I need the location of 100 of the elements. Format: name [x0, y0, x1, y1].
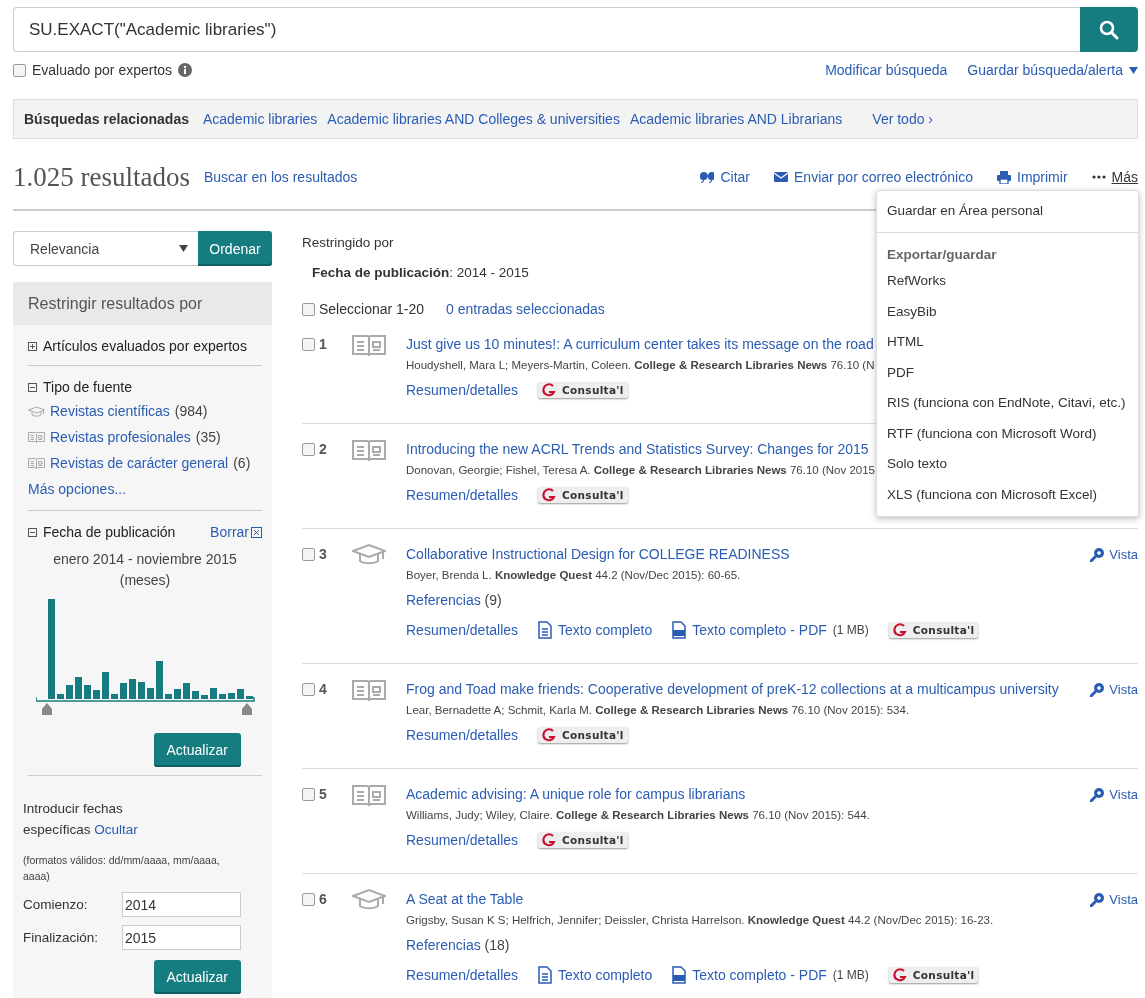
histogram-bar	[111, 694, 118, 699]
section-title[interactable]: Tipo de fuente	[43, 379, 132, 395]
pdf-link[interactable]: Texto completo - PDF (1 MB)	[672, 621, 869, 639]
date-field[interactable]: 2014	[122, 892, 241, 917]
slider-handle[interactable]	[42, 703, 52, 715]
menu-heading: Exportar/guardar	[886, 246, 998, 264]
menu-item[interactable]: RIS (funciona con EndNote, Citavi, etc.)	[877, 388, 1138, 419]
preview-link[interactable]: Vista	[1090, 543, 1138, 565]
checkbox[interactable]	[302, 302, 315, 316]
more-menu-link[interactable]: Más	[1091, 169, 1138, 185]
result-number: 6	[319, 891, 327, 907]
filter-link[interactable]: Revistas científicas	[50, 403, 170, 419]
collapse-icon[interactable]	[28, 382, 37, 392]
result-title-link[interactable]: Academic advising: A unique role for campus librarians	[406, 786, 746, 802]
result-title-link[interactable]: Collaborative Instructional Design for COLLEGE READINESS	[406, 546, 790, 562]
result-title-link[interactable]: Just give us 10 minutes!: A curriculum center takes its message on the road	[406, 336, 874, 352]
checkbox[interactable]	[13, 63, 26, 77]
action-link[interactable]: Enviar por correo electrónico	[774, 169, 973, 185]
section-title[interactable]: Fecha de publicación	[43, 524, 176, 540]
citation: Donovan, Georgie; Fishel, Teresa A. College & Research Libraries News 76.10 (Nov 2015	[406, 463, 875, 478]
sort-button[interactable]: Ordenar	[198, 231, 272, 266]
preview-link[interactable]: Vista	[1090, 888, 1138, 910]
histogram-bar	[93, 690, 100, 699]
magnifier-plus-icon	[1090, 681, 1106, 697]
checkbox[interactable]	[302, 892, 315, 906]
menu-item[interactable]: RTF (funciona con Microsoft Word)	[877, 418, 1138, 449]
section-title[interactable]: Artículos evaluados por expertos	[43, 338, 247, 354]
checkbox[interactable]	[302, 547, 315, 561]
menu-item[interactable]: HTML	[877, 327, 1138, 358]
sort-dropdown[interactable]: Relevancia	[13, 231, 198, 266]
search-field[interactable]: SU.EXACT("Academic libraries")	[13, 7, 1080, 52]
consulta-badge[interactable]: Consulta'l	[538, 832, 628, 848]
clear-link[interactable]: Borrar	[210, 524, 262, 540]
checkbox[interactable]	[302, 787, 315, 801]
date-field[interactable]: 2015	[122, 925, 241, 950]
result-number: 4	[319, 681, 327, 697]
pdf-link[interactable]: Texto completo - PDF (1 MB)	[672, 966, 869, 984]
action-link[interactable]: Citar	[700, 169, 750, 185]
histogram-bar	[165, 694, 172, 699]
histogram-bar	[66, 685, 73, 699]
checkbox[interactable]	[302, 442, 315, 456]
result-title-link[interactable]: A Seat at the Table	[406, 891, 524, 907]
consulta-badge[interactable]: Consulta'l	[538, 487, 628, 503]
more-options-link[interactable]: Más opciones...	[28, 476, 262, 502]
consulta-badge[interactable]: Consulta'l	[888, 622, 979, 638]
consulta-badge[interactable]: Consulta'l	[538, 727, 628, 743]
related-search-link[interactable]: Academic libraries	[202, 111, 318, 127]
see-all-link[interactable]: Ver todo ›	[872, 111, 933, 127]
search-within-link[interactable]: Buscar en los resultados	[204, 169, 358, 185]
related-search-link[interactable]: Academic libraries AND Colleges & universities	[327, 111, 620, 127]
search-button[interactable]	[1080, 7, 1138, 52]
abstract-link[interactable]: Resumen/detalles	[406, 487, 519, 503]
result-title-link[interactable]: Introducing the new ACRL Trends and Statistics Survey: Changes for 2015	[406, 441, 869, 457]
references-link[interactable]: Referencias (18)	[406, 937, 510, 953]
references-link[interactable]: Referencias (9)	[406, 592, 502, 608]
update-button[interactable]: Actualizar	[153, 960, 241, 994]
abstract-link[interactable]: Resumen/detalles	[406, 622, 519, 638]
menu-item[interactable]: RefWorks	[877, 266, 1138, 297]
dropdown-link[interactable]: Guardar búsqueda/alerta	[967, 62, 1138, 78]
magnifier-plus-icon	[1090, 891, 1106, 907]
result-title-link[interactable]: Frog and Toad make friends: Cooperative development of preK-12 collections at a multicampus university	[406, 681, 1059, 697]
hide-link[interactable]: Ocultar	[94, 822, 138, 837]
related-label: Búsquedas relacionadas	[24, 111, 189, 127]
abstract-link[interactable]: Resumen/detalles	[406, 382, 519, 398]
caret-icon	[179, 245, 188, 252]
dots-icon	[1091, 175, 1106, 179]
filter-link[interactable]: Revistas profesionales	[50, 429, 191, 445]
histogram-bar	[246, 696, 253, 699]
abstract-link[interactable]: Resumen/detalles	[406, 967, 519, 983]
menu-item[interactable]: EasyBib	[877, 296, 1138, 327]
menu-item[interactable]: Solo texto	[877, 449, 1138, 480]
filter-link[interactable]: Revistas de carácter general	[50, 455, 229, 471]
histogram-bar	[192, 691, 199, 699]
abstract-link[interactable]: Resumen/detalles	[406, 832, 519, 848]
abstract-link[interactable]: Resumen/detalles	[406, 727, 519, 743]
full-text-link[interactable]: Texto completo	[538, 966, 653, 984]
full-text-link[interactable]: Texto completo	[538, 621, 653, 639]
consulta-badge[interactable]: Consulta'l	[538, 382, 628, 398]
consulta-badge[interactable]: Consulta'l	[888, 967, 979, 983]
document-icon	[538, 966, 553, 984]
results-count: 1.025 resultados	[13, 161, 190, 193]
histogram-bar	[228, 693, 235, 699]
action-link[interactable]: Imprimir	[997, 169, 1068, 185]
menu-item[interactable]: XLS (funciona con Microsoft Excel)	[877, 479, 1138, 510]
related-search-link[interactable]: Academic libraries AND Librarians	[629, 111, 843, 127]
link[interactable]: Modificar búsqueda	[825, 62, 948, 78]
document-icon	[538, 621, 553, 639]
checkbox[interactable]	[302, 682, 315, 696]
slider-handle[interactable]	[242, 703, 252, 715]
menu-item[interactable]: PDF	[877, 357, 1138, 388]
preview-link[interactable]: Vista	[1090, 678, 1138, 700]
preview-link[interactable]: Vista	[1090, 783, 1138, 805]
field-label: Comienzo:	[23, 896, 89, 914]
update-button[interactable]: Actualizar	[153, 733, 241, 767]
collapse-icon[interactable]	[28, 527, 37, 537]
histogram-bar	[156, 661, 163, 699]
checkbox[interactable]	[302, 337, 315, 351]
expand-icon[interactable]	[28, 341, 37, 351]
magnifier-plus-icon	[1090, 786, 1106, 802]
selected-count-link[interactable]: 0 entradas seleccionadas	[446, 301, 605, 317]
